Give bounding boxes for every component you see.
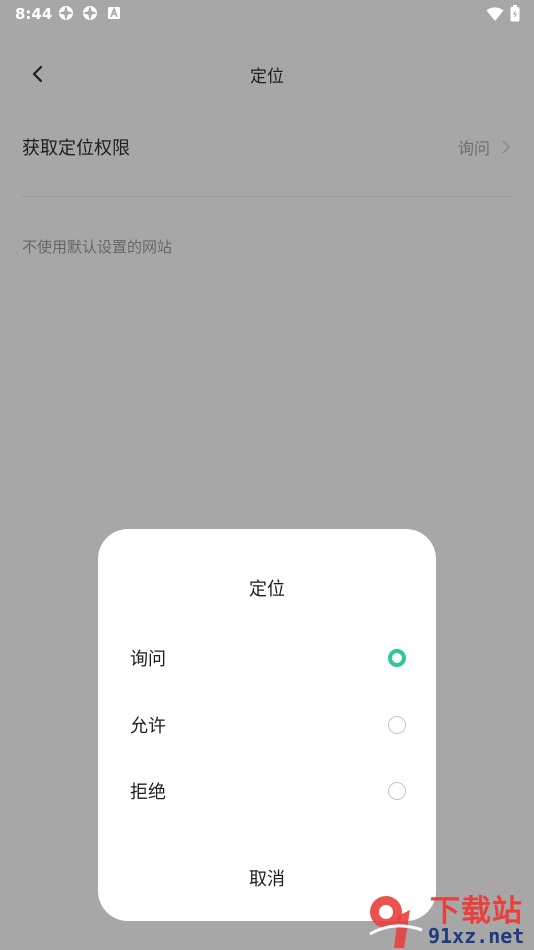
app-notification-icon xyxy=(83,6,97,20)
watermark-logo-icon xyxy=(369,896,423,948)
option-allow[interactable]: 允许 xyxy=(130,705,406,745)
radio-button-selected[interactable] xyxy=(388,649,406,667)
exceptions-section-label: 不使用默认设置的网站 xyxy=(22,238,173,256)
status-bar: 8:44 xyxy=(0,0,534,28)
watermark-url-text: 91xz.net xyxy=(428,924,525,948)
location-permission-value-group: 询问 xyxy=(458,135,512,159)
status-right-icons xyxy=(486,5,520,22)
wifi-icon xyxy=(486,6,504,21)
location-permission-value: 询问 xyxy=(457,139,490,158)
option-deny[interactable]: 拒绝 xyxy=(130,771,406,811)
radio-button[interactable] xyxy=(388,716,406,734)
battery-icon xyxy=(510,5,520,22)
status-time: 8:44 xyxy=(15,5,53,23)
watermark: 下载站 91xz.net xyxy=(364,884,534,950)
chevron-right-icon xyxy=(502,140,511,154)
option-ask[interactable]: 询问 xyxy=(130,638,406,678)
divider xyxy=(22,196,512,197)
status-notification-icons xyxy=(58,5,122,21)
option-label: 询问 xyxy=(130,649,166,670)
a-box-icon xyxy=(108,6,120,19)
location-permission-label: 获取定位权限 xyxy=(22,138,130,159)
option-label: 拒绝 xyxy=(130,782,166,803)
app-notification-icon xyxy=(59,6,73,20)
dialog-title: 定位 xyxy=(249,579,285,600)
top-app-bar: 定位 xyxy=(0,50,534,96)
page-title: 定位 xyxy=(250,67,284,87)
location-permission-dialog: 定位 询问 允许 拒绝 取消 xyxy=(98,529,436,921)
location-permission-row[interactable]: 获取定位权限 询问 xyxy=(22,120,512,174)
option-label: 允许 xyxy=(130,716,166,737)
radio-button[interactable] xyxy=(388,782,406,800)
